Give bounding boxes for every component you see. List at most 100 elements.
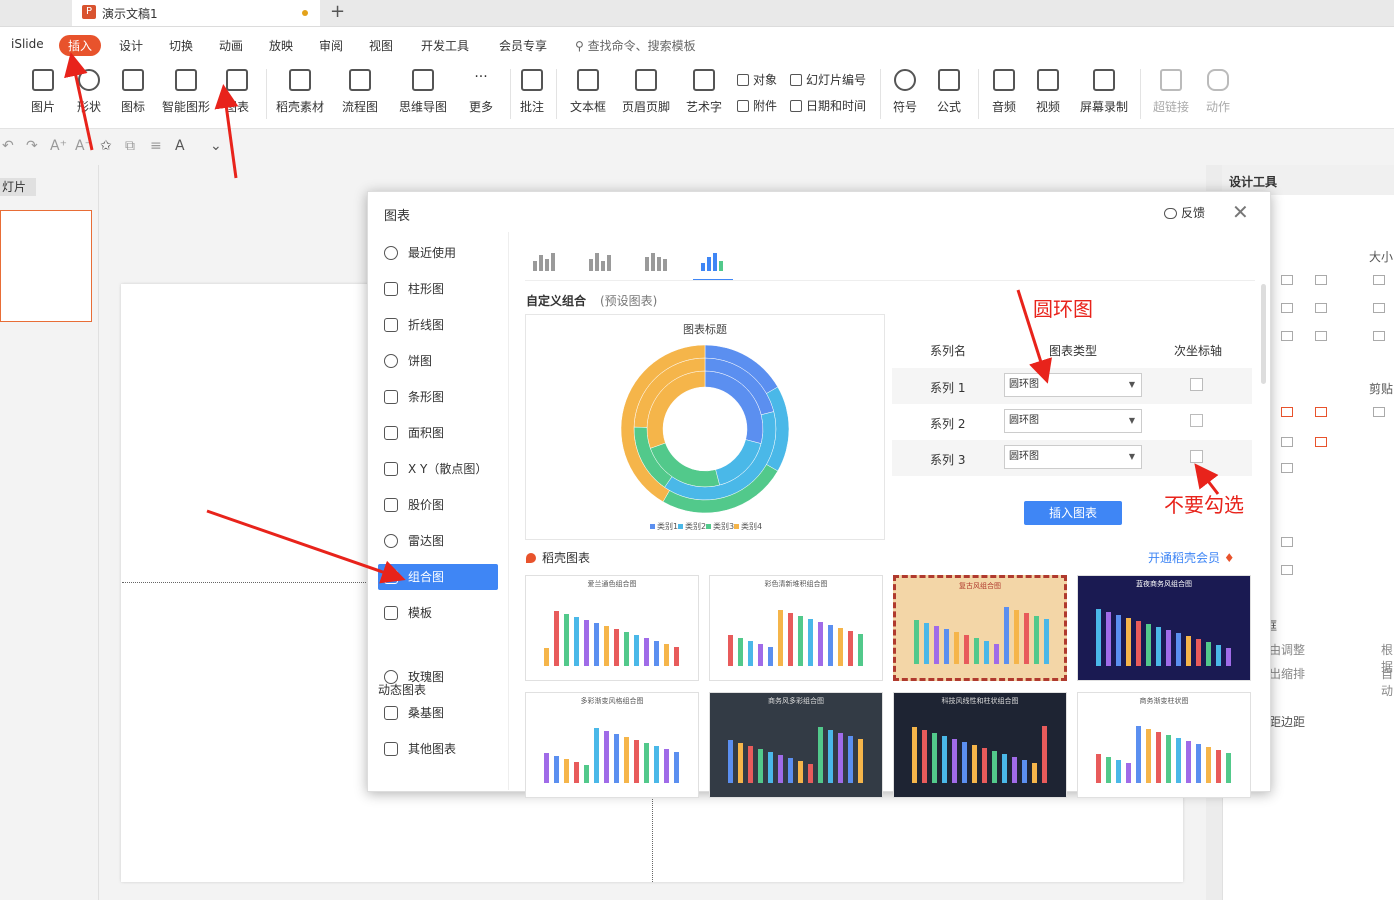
auto-option[interactable]: 自动 bbox=[1381, 665, 1394, 699]
category-column[interactable]: 柱形图 bbox=[378, 276, 498, 302]
category-combo[interactable]: 组合图 bbox=[378, 564, 498, 590]
menu-design[interactable]: 设计 bbox=[119, 37, 143, 54]
chart-type-select[interactable]: 圆环图 ▼ bbox=[1004, 373, 1142, 397]
new-tab-button[interactable]: + bbox=[330, 1, 345, 22]
combo-subtype-3[interactable] bbox=[637, 239, 677, 279]
secondary-axis-checkbox[interactable] bbox=[1190, 414, 1203, 427]
menu-member[interactable]: 会员专享 bbox=[499, 37, 547, 54]
rotate-icon[interactable] bbox=[1281, 537, 1293, 547]
width-icon[interactable] bbox=[1373, 275, 1385, 285]
chart-type-select[interactable]: 圆环图 ▼ bbox=[1004, 445, 1142, 469]
category-sankey[interactable]: 桑基图 bbox=[378, 700, 498, 726]
feedback-button[interactable]: 反馈 bbox=[1164, 204, 1205, 221]
redo-icon[interactable]: ↷ bbox=[26, 138, 38, 154]
chart-type-select[interactable]: 圆环图 ▼ bbox=[1004, 409, 1142, 433]
crop-icon[interactable] bbox=[1281, 407, 1293, 417]
material-button[interactable]: 稻壳素材 bbox=[272, 61, 328, 125]
font-decrease-icon[interactable]: A⁻ bbox=[75, 138, 92, 154]
header-footer-button[interactable]: 页眉页脚 bbox=[618, 61, 674, 125]
paste-icon[interactable] bbox=[1373, 407, 1385, 417]
align-icon[interactable]: ≡ bbox=[150, 138, 162, 154]
chart-template-card[interactable]: 科技风线性和柱状组合图 bbox=[893, 692, 1067, 798]
category-other[interactable]: 其他图表 bbox=[378, 736, 498, 762]
align-middle-icon[interactable] bbox=[1281, 303, 1293, 313]
pin-icon[interactable]: ✩ bbox=[100, 138, 112, 154]
category-rose[interactable]: 玫瑰图 bbox=[378, 664, 498, 690]
menu-islide[interactable]: iSlide bbox=[11, 37, 44, 51]
chart-button[interactable]: 图表 bbox=[214, 61, 260, 125]
dropdown-icon[interactable]: ⌄ bbox=[210, 138, 222, 154]
group-icon[interactable] bbox=[1315, 331, 1327, 341]
flowchart-button[interactable]: 流程图 bbox=[334, 61, 386, 125]
insert-chart-button[interactable]: 插入图表 bbox=[1024, 501, 1122, 525]
shrink-option[interactable]: 出缩排 bbox=[1269, 665, 1305, 682]
symbol-button[interactable]: 符号 bbox=[884, 61, 926, 125]
wordart-button[interactable]: 艺术字 bbox=[678, 61, 730, 125]
command-search[interactable]: ⚲ 查找命令、搜索模板 bbox=[575, 37, 696, 54]
datetime-button[interactable]: 日期和时间 bbox=[790, 97, 866, 114]
chart-template-card[interactable]: 复古风组合图 bbox=[893, 575, 1067, 681]
smartart-button[interactable]: 智能图形 bbox=[158, 61, 214, 125]
mindmap-button[interactable]: 思维导图 bbox=[392, 61, 454, 125]
distribute-vertical-icon[interactable] bbox=[1281, 463, 1293, 473]
height-icon[interactable] bbox=[1373, 303, 1385, 313]
align-bottom-icon[interactable] bbox=[1315, 303, 1327, 313]
cursor-icon[interactable] bbox=[1315, 437, 1327, 447]
category-pie[interactable]: 饼图 bbox=[378, 348, 498, 374]
close-icon[interactable]: ✕ bbox=[1232, 200, 1249, 224]
chart-template-card[interactable]: 蓝夜商务风组合图 bbox=[1077, 575, 1251, 681]
slide-thumbnail[interactable] bbox=[0, 210, 92, 322]
action-button[interactable]: 动作 bbox=[1198, 61, 1238, 125]
combo-subtype-1[interactable] bbox=[525, 239, 565, 279]
combo-subtype-2[interactable] bbox=[581, 239, 621, 279]
shape-button[interactable]: 形状 bbox=[66, 61, 112, 125]
chart-template-card[interactable]: 爱兰通色组合图 bbox=[525, 575, 699, 681]
category-recent[interactable]: 最近使用 bbox=[378, 240, 498, 266]
object-button[interactable]: 对象 bbox=[737, 71, 777, 88]
menu-transition[interactable]: 切换 bbox=[169, 37, 193, 54]
category-radar[interactable]: 雷达图 bbox=[378, 528, 498, 554]
attachment-button[interactable]: 附件 bbox=[737, 97, 777, 114]
flip-icon[interactable] bbox=[1281, 565, 1293, 575]
hyperlink-button[interactable]: 超链接 bbox=[1146, 61, 1196, 125]
category-scatter[interactable]: X Y（散点图） bbox=[378, 456, 498, 482]
align-right-icon[interactable] bbox=[1315, 275, 1327, 285]
more-button[interactable]: ··· 更多 bbox=[458, 61, 504, 125]
document-tab[interactable]: P 演示文稿1 bbox=[72, 0, 320, 26]
font-increase-icon[interactable]: A⁺ bbox=[50, 138, 67, 154]
category-stock[interactable]: 股价图 bbox=[378, 492, 498, 518]
category-area[interactable]: 面积图 bbox=[378, 420, 498, 446]
font-color-icon[interactable]: A bbox=[175, 138, 185, 154]
category-template[interactable]: 模板 bbox=[378, 600, 498, 626]
lock-ratio-icon[interactable] bbox=[1373, 331, 1385, 341]
icon-button[interactable]: 图标 bbox=[110, 61, 156, 125]
dialog-scrollbar[interactable] bbox=[1261, 284, 1266, 384]
secondary-axis-checkbox[interactable] bbox=[1190, 378, 1203, 391]
slide-number-button[interactable]: 幻灯片编号 bbox=[790, 71, 866, 88]
menu-animation[interactable]: 动画 bbox=[219, 37, 243, 54]
align-center-icon[interactable] bbox=[1281, 437, 1293, 447]
chart-template-card[interactable]: 多彩渐变风格组合图 bbox=[525, 692, 699, 798]
screen-record-button[interactable]: 屏幕录制 bbox=[1074, 61, 1134, 125]
video-button[interactable]: 视频 bbox=[1028, 61, 1068, 125]
chart-template-card[interactable]: 商务渐变柱状图 bbox=[1077, 692, 1251, 798]
menu-insert[interactable]: 插入 bbox=[59, 35, 102, 56]
audio-button[interactable]: 音频 bbox=[984, 61, 1024, 125]
textbox-button[interactable]: 文本框 bbox=[562, 61, 614, 125]
menu-view[interactable]: 视图 bbox=[369, 37, 393, 54]
chart-template-card[interactable]: 彩色清新堆积组合图 bbox=[709, 575, 883, 681]
edit-icon[interactable] bbox=[1315, 407, 1327, 417]
slides-tab[interactable]: 灯片 bbox=[0, 178, 36, 196]
copy-format-icon[interactable]: ⧉ bbox=[125, 138, 135, 154]
menu-slideshow[interactable]: 放映 bbox=[269, 37, 293, 54]
chart-template-card[interactable]: 商务风多彩组合图 bbox=[709, 692, 883, 798]
menu-review[interactable]: 审阅 bbox=[319, 37, 343, 54]
align-left-icon[interactable] bbox=[1281, 275, 1293, 285]
distribute-icon[interactable] bbox=[1281, 331, 1293, 341]
open-member-link[interactable]: 开通稻壳会员 ♦ bbox=[1148, 549, 1235, 566]
combo-subtype-custom[interactable] bbox=[693, 239, 733, 281]
formula-button[interactable]: 公式 bbox=[928, 61, 970, 125]
undo-icon[interactable]: ↶ bbox=[2, 138, 14, 154]
menu-devtools[interactable]: 开发工具 bbox=[421, 37, 469, 54]
auto-adjust-option[interactable]: 由调整 bbox=[1269, 641, 1305, 658]
